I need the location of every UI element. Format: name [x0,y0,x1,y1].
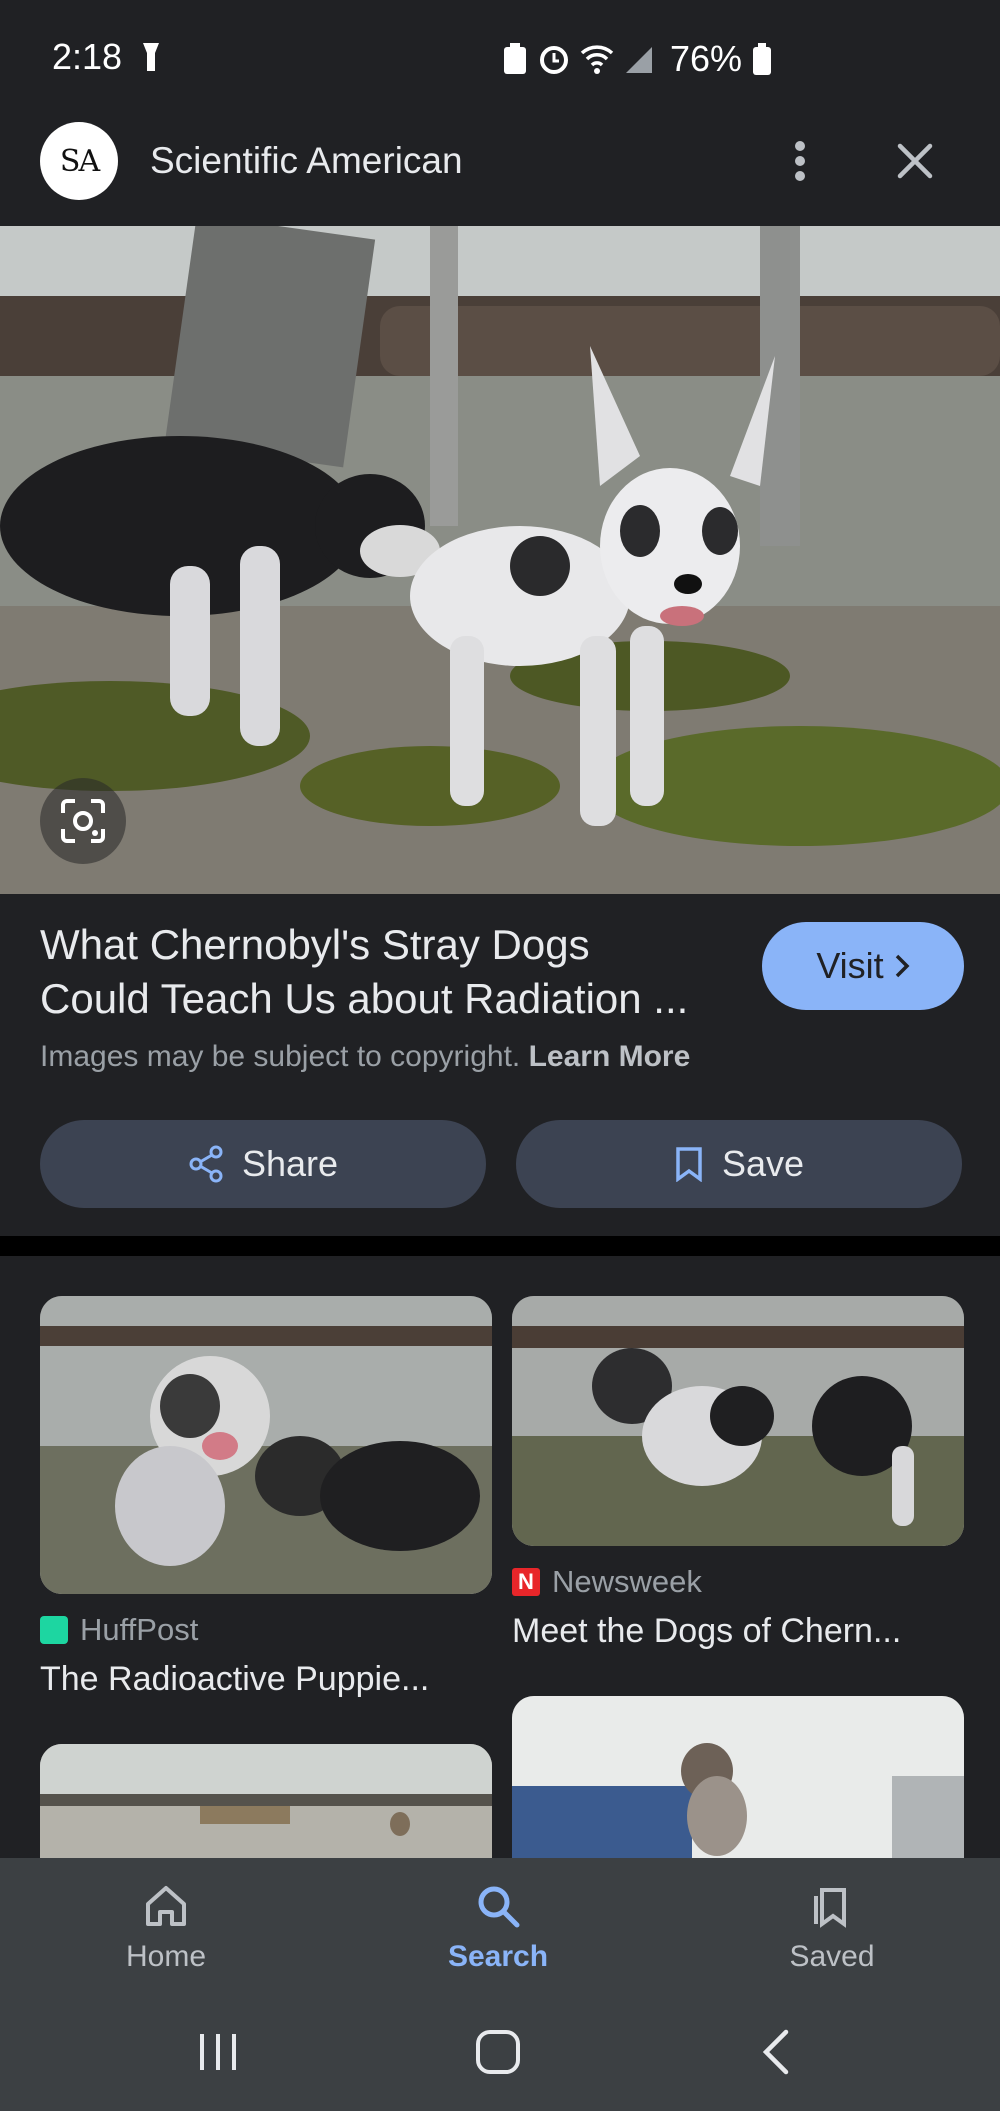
battery-percent: 76% [670,38,743,79]
source-name: HuffPost [80,1612,199,1647]
battery-icon [753,43,772,75]
learn-more-link[interactable]: Learn More [529,1040,691,1073]
alarm-icon [540,46,568,74]
home-icon [146,1886,186,1926]
nav-home-label: Home [125,1940,207,1973]
huffpost-logo-icon [40,1616,68,1644]
status-time: 2:18 [52,36,123,77]
nav-home[interactable]: Home [66,1882,266,1974]
bottom-navigation: Home Search Saved [0,1858,1000,1992]
search-icon [478,1886,520,1928]
save-button[interactable]: Save [516,1120,962,1208]
related-source: N Newsweek [512,1564,702,1600]
saved-collections-icon [814,1888,846,1928]
nav-search[interactable]: Search [398,1882,598,1974]
signal-icon [626,47,652,73]
more-options-icon[interactable] [780,136,820,186]
battery-saver-icon [504,43,526,74]
back-icon[interactable] [760,2028,792,2076]
status-bar: 2:18 76% [0,0,1000,96]
visit-button[interactable]: Visit [762,922,964,1010]
close-icon[interactable] [890,136,940,186]
chevron-right-icon [895,954,910,978]
related-title[interactable]: Meet the Dogs of Chern... [512,1612,901,1651]
recent-apps-icon[interactable] [196,2030,240,2074]
related-source: HuffPost [40,1612,198,1648]
copyright-text: Images may be subject to copyright. [40,1040,521,1073]
result-title[interactable]: What Chernobyl's Stray Dogs Could Teach … [40,918,740,1026]
related-image[interactable] [512,1296,964,1546]
flashlight-icon [140,40,162,82]
share-button[interactable]: Share [40,1120,486,1208]
lens-search-icon[interactable] [40,778,126,864]
bookmark-icon [676,1147,702,1182]
related-title[interactable]: The Radioactive Puppie... [40,1660,429,1699]
share-icon [189,1145,223,1183]
save-label: Save [721,1143,805,1184]
nav-saved-label: Saved [789,1940,875,1973]
copyright-notice: Images may be subject to copyright. Lear… [40,1040,690,1074]
result-title-line2: Could Teach Us about Radiation ... [40,975,689,1022]
visit-label: Visit [816,945,884,986]
system-navigation-bar [0,1992,1000,2111]
section-divider [0,1236,1000,1256]
wifi-icon [580,45,614,74]
newsweek-logo-icon: N [512,1568,540,1596]
source-name: Newsweek [552,1564,702,1599]
nav-saved[interactable]: Saved [732,1882,932,1974]
result-title-line1: What Chernobyl's Stray Dogs [40,921,590,968]
source-title[interactable]: Scientific American [150,140,463,182]
source-logo[interactable]: SA [40,122,118,200]
home-button-icon[interactable] [474,2028,522,2076]
share-label: Share [241,1143,339,1184]
source-header: SA Scientific American [0,96,1000,226]
main-image[interactable] [0,226,1000,894]
related-image[interactable] [40,1296,492,1594]
nav-search-label: Search [447,1940,549,1973]
status-icons: 76% [502,38,772,80]
